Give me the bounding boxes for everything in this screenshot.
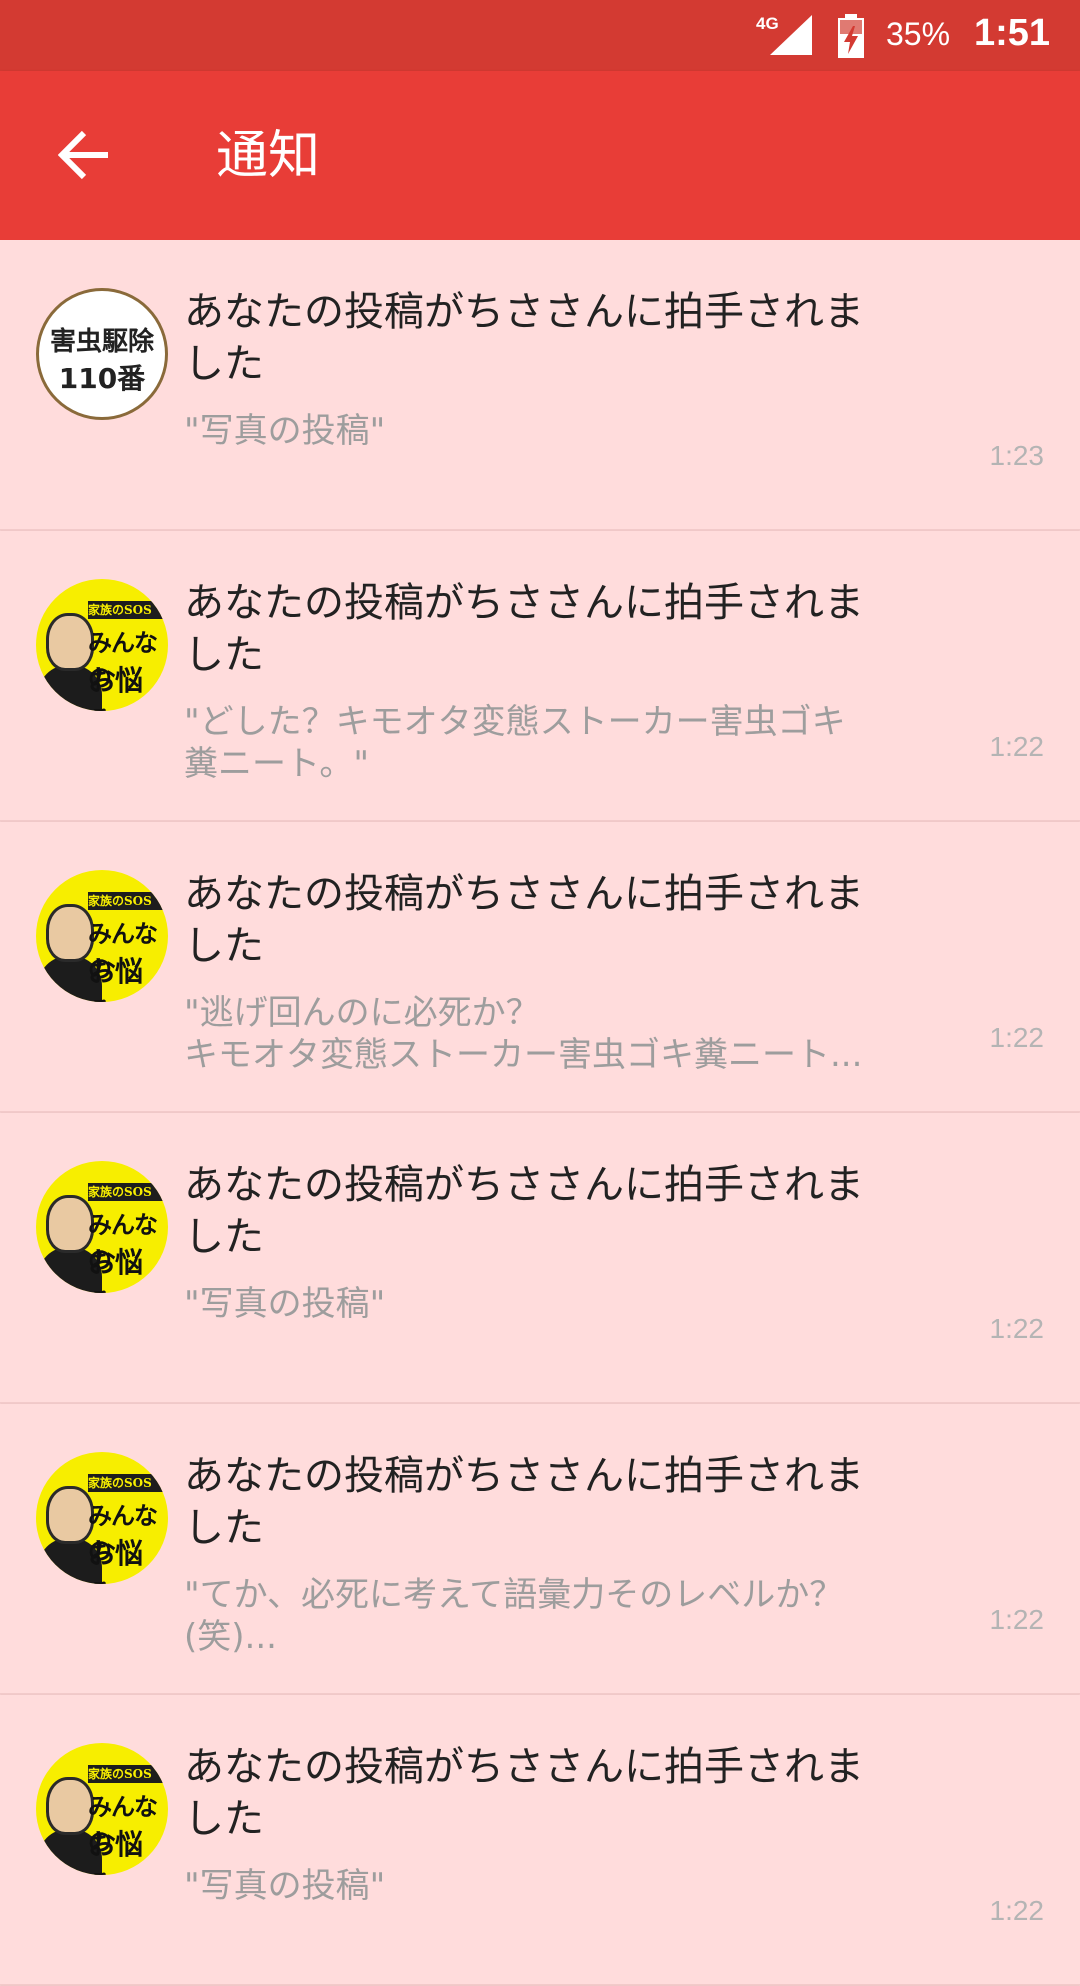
notification-item[interactable]: 害虫駆除 110番 あなたの投稿がちささんに拍手されま した "写真の投稿" 1…	[0, 240, 1080, 530]
notification-quote: "写真の投稿"	[184, 411, 386, 451]
app-bar: 通知	[0, 71, 1080, 240]
page-title: 通知	[216, 126, 321, 186]
status-clock: 1:51	[974, 12, 1051, 54]
notification-title: あなたの投稿がちささんに拍手されま した	[184, 1744, 864, 1842]
notification-item[interactable]: 家族のSOS みんなの お悩み あなたの投稿がちささんに拍手されま した "てか…	[0, 1404, 1080, 1694]
notification-time: 1:22	[989, 1313, 1045, 1344]
notification-title: あなたの投稿がちささんに拍手されま した	[184, 289, 864, 387]
notification-time: 1:22	[989, 1604, 1045, 1635]
cell-signal-icon	[770, 15, 812, 55]
avatar: 害虫駆除 110番	[36, 288, 168, 420]
avatar-logo-text: 家族のSOS	[88, 892, 168, 910]
avatar-logo-text: 害虫駆除	[49, 327, 154, 357]
notification-quote: "てか、必死に考えて語彙力そのレベルか？ (笑)...	[184, 1575, 844, 1657]
avatar-logo-text: 家族のSOS	[88, 1183, 168, 1201]
notification-item[interactable]: 家族のSOS みんなの お悩み あなたの投稿がちささんに拍手されま した "写真…	[0, 1113, 1080, 1403]
avatar-logo-text: お悩み	[88, 1828, 143, 1875]
avatar-logo-text: 家族のSOS	[88, 1765, 168, 1783]
notification-quote: "逃げ回んのに必死か？ キモオタ変態ストーカー害虫ゴキ糞ニート...	[184, 993, 863, 1075]
avatar-face	[46, 904, 94, 962]
notification-quote: "写真の投稿"	[184, 1866, 386, 1906]
avatar-logo-text: 家族のSOS	[88, 601, 168, 619]
avatar: 家族のSOS みんなの お悩み	[36, 1452, 168, 1584]
notification-item[interactable]: 家族のSOS みんなの お悩み あなたの投稿がちささんに拍手されま した "逃げ…	[0, 822, 1080, 1112]
avatar-face	[46, 1486, 94, 1544]
status-bar: 4G 35% 1:51	[0, 0, 1080, 71]
notification-list: 害虫駆除 110番 あなたの投稿がちささんに拍手されま した "写真の投稿" 1…	[0, 240, 1080, 1986]
notification-item[interactable]: 家族のSOS みんなの お悩み あなたの投稿がちささんに拍手されま した "写真…	[0, 1695, 1080, 1985]
notification-quote: "写真の投稿"	[184, 1284, 386, 1324]
battery-charging-icon	[838, 14, 864, 58]
notification-quote: "どした？キモオタ変態ストーカー害虫ゴキ 糞ニート。"	[184, 702, 846, 784]
notification-time: 1:23	[989, 440, 1045, 471]
notification-title: あなたの投稿がちささんに拍手されま した	[184, 580, 864, 678]
avatar-face	[46, 1777, 94, 1835]
avatar-logo-text: お悩み	[88, 1537, 143, 1584]
avatar-face	[46, 613, 94, 671]
avatar-logo-text: お悩み	[88, 955, 143, 1002]
notification-item[interactable]: 家族のSOS みんなの お悩み あなたの投稿がちささんに拍手されま した "どし…	[0, 531, 1080, 821]
notification-title: あなたの投稿がちささんに拍手されま した	[184, 1453, 864, 1551]
avatar-logo-text: 家族のSOS	[88, 1474, 168, 1492]
avatar: 家族のSOS みんなの お悩み	[36, 1161, 168, 1293]
avatar-face	[46, 1195, 94, 1253]
avatar: 家族のSOS みんなの お悩み	[36, 579, 168, 711]
notification-title: あなたの投稿がちささんに拍手されま した	[184, 871, 864, 969]
notification-time: 1:22	[989, 731, 1045, 762]
arrow-left-icon	[58, 130, 108, 180]
battery-percent: 35%	[886, 16, 951, 52]
notification-time: 1:22	[989, 1895, 1045, 1926]
avatar: 家族のSOS みんなの お悩み	[36, 1743, 168, 1875]
notification-title: あなたの投稿がちささんに拍手されま した	[184, 1162, 864, 1260]
avatar-logo-text: 110番	[58, 362, 146, 395]
avatar-logo-text: お悩み	[88, 1246, 143, 1293]
avatar: 家族のSOS みんなの お悩み	[36, 870, 168, 1002]
back-button[interactable]	[44, 115, 124, 195]
avatar-logo-text: お悩み	[88, 664, 143, 711]
notification-time: 1:22	[989, 1022, 1045, 1053]
